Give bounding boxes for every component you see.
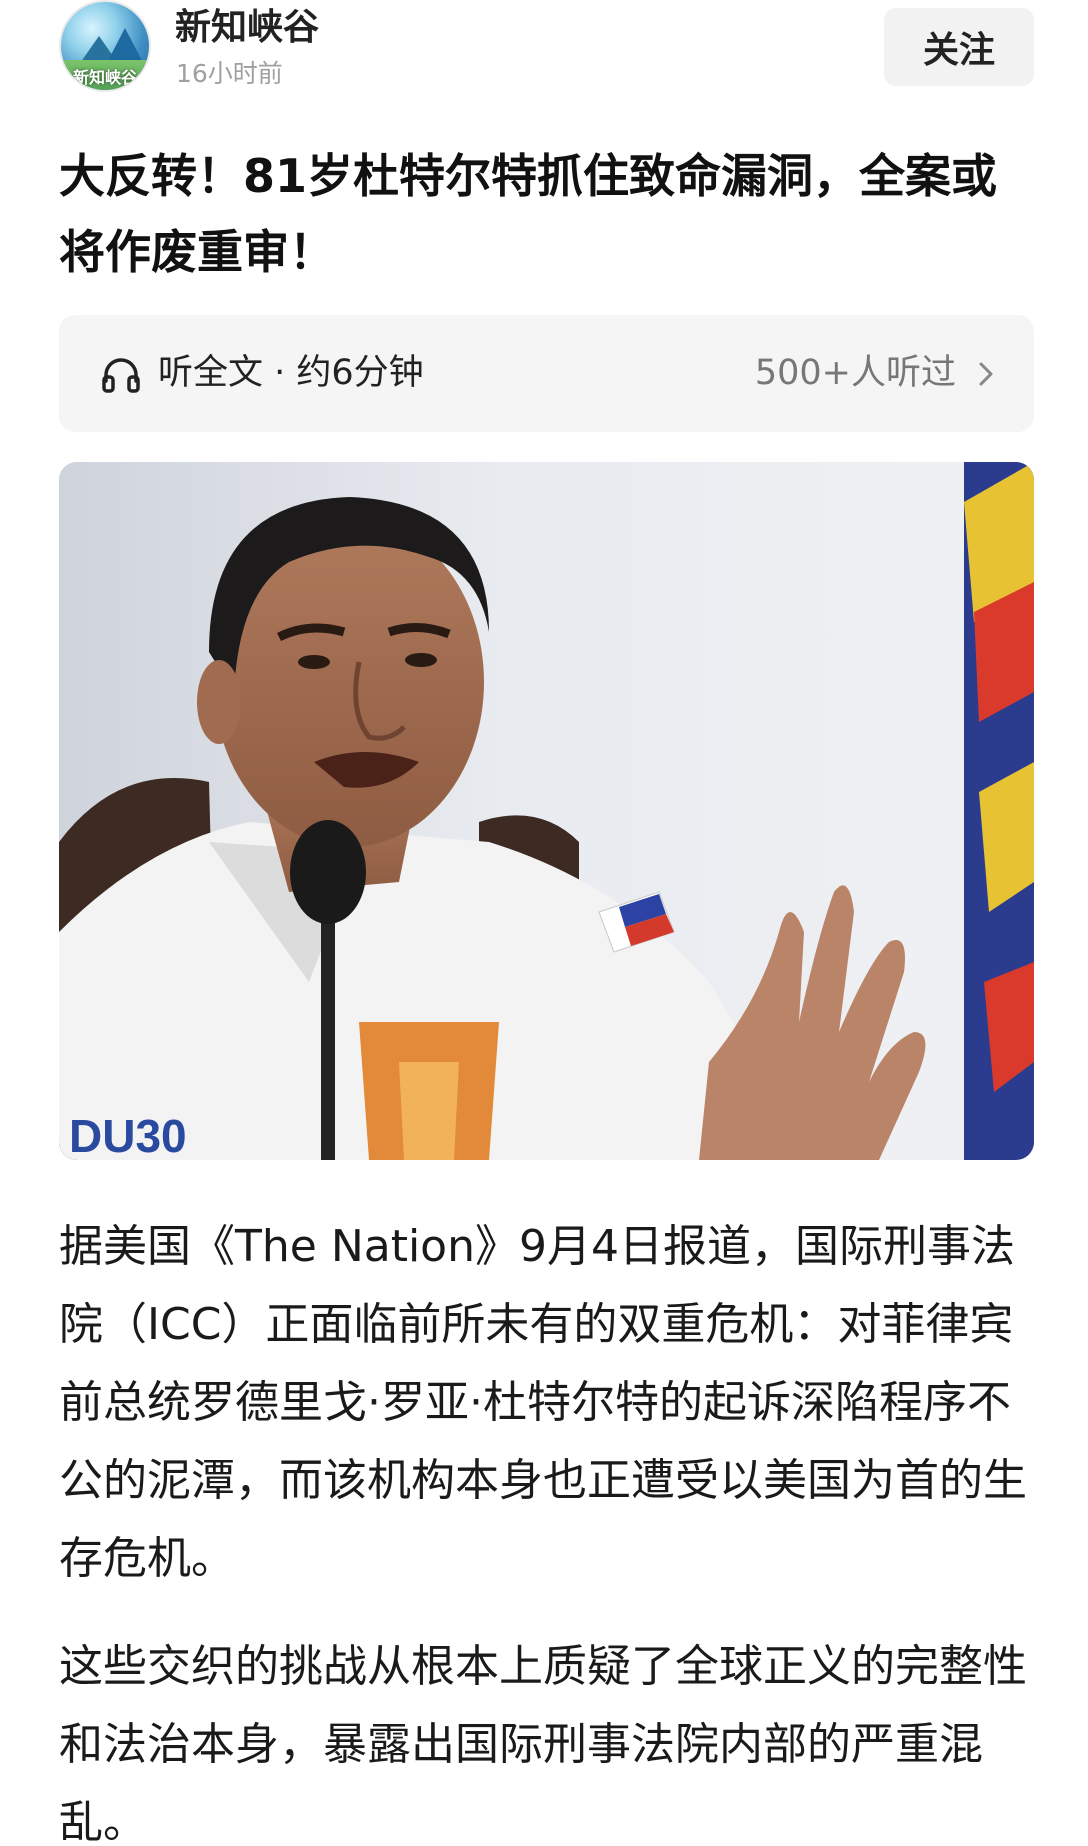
headphone-icon: [102, 358, 140, 393]
listen-count: 500+人听过: [754, 353, 956, 393]
chevron-right-icon: [979, 362, 993, 386]
avatar[interactable]: 新知峡谷: [59, 0, 151, 92]
article-page: 新知峡谷 新知峡谷 16小时前 关注 大反转！81岁杜特尔特抓住致命漏洞，全案或…: [0, 0, 1088, 1846]
article-paragraph: 这些交织的挑战从根本上质疑了全球正义的完整性和法治本身，暴露出国际刑事法院内部的…: [59, 1641, 1027, 1846]
author-name[interactable]: 新知峡谷: [175, 6, 319, 50]
photo-illustration: DU30: [59, 462, 1034, 1160]
listen-label: 听全文 · 约6分钟: [158, 353, 424, 393]
shirt-text: DU30: [69, 1110, 187, 1160]
article-paragraph: 据美国《The Nation》9月4日报道，国际刑事法院（ICC）正面临前所未有…: [59, 1221, 1027, 1584]
follow-button[interactable]: 关注: [884, 8, 1034, 86]
article-photo[interactable]: DU30: [59, 462, 1034, 1160]
post-time: 16小时前: [176, 59, 283, 88]
author-header: 新知峡谷 新知峡谷 16小时前 关注: [59, 0, 1034, 100]
avatar-logo-text: 新知峡谷: [72, 68, 137, 87]
article-title: 大反转！81岁杜特尔特抓住致命漏洞，全案或将作废重审！: [59, 149, 998, 279]
listen-full-text-bar[interactable]: 听全文 · 约6分钟 500+人听过: [59, 315, 1034, 432]
